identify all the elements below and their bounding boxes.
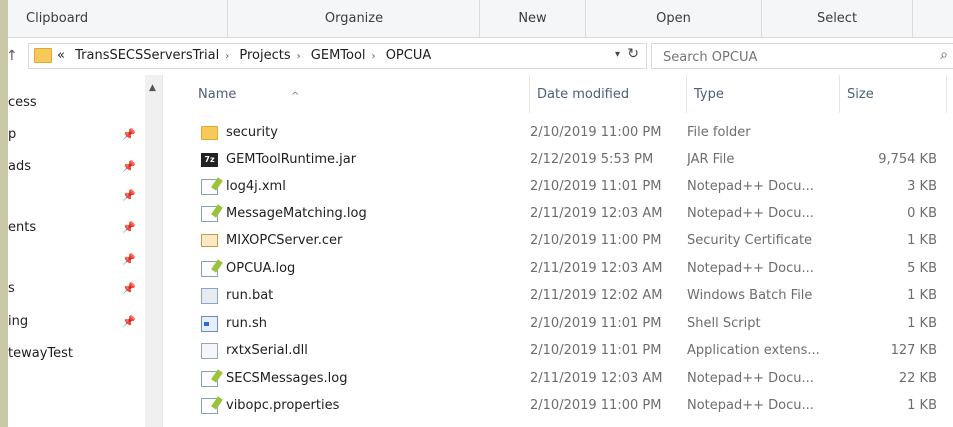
- nav-item[interactable]: ents: [8, 218, 36, 238]
- table-row[interactable]: 7z GEMToolRuntime.jar 2/12/2019 5:53 PM …: [163, 146, 953, 173]
- pin-icon[interactable]: 📌: [122, 128, 136, 141]
- sort-ascending-icon: ^: [291, 91, 300, 102]
- pin-icon[interactable]: 📌: [122, 221, 136, 234]
- ribbon-group-clipboard[interactable]: Clipboard: [8, 0, 228, 37]
- table-row[interactable]: vibopc.properties 2/10/2019 11:00 PM Not…: [163, 392, 953, 419]
- chevron-right-icon[interactable]: ›: [372, 51, 376, 62]
- navigation-pane: cess p 📌 ads 📌 📌 ents 📌 📌 s 📌 ing 📌 tewa…: [8, 75, 145, 427]
- dll-icon: [201, 343, 218, 359]
- table-row[interactable]: run.bat 2/11/2019 12:02 AM Windows Batch…: [163, 282, 953, 309]
- column-header-type[interactable]: Type: [687, 75, 840, 113]
- column-headers: Name ^ Date modified Type Size: [163, 75, 953, 113]
- nav-scrollbar[interactable]: ▲: [145, 75, 163, 427]
- table-row[interactable]: security 2/10/2019 11:00 PM File folder: [163, 119, 953, 146]
- refresh-icon[interactable]: ↻: [627, 46, 639, 62]
- ribbon-group-labels: Clipboard Organize New Open Select: [8, 0, 953, 38]
- notepad-icon: [201, 206, 218, 222]
- nav-item[interactable]: cess: [8, 93, 37, 113]
- search-input[interactable]: [661, 47, 915, 67]
- table-row[interactable]: MessageMatching.log 2/11/2019 12:03 AM N…: [163, 200, 953, 227]
- notepad-icon: [201, 261, 218, 277]
- table-row[interactable]: SECSMessages.log 2/11/2019 12:03 AM Note…: [163, 365, 953, 392]
- file-explorer-window: Clipboard Organize New Open Select ↑ « T…: [8, 0, 953, 427]
- column-header-name[interactable]: Name ^: [191, 75, 530, 113]
- certificate-icon: [201, 234, 218, 247]
- breadcrumb-item[interactable]: TransSECSServersTrial: [75, 48, 219, 63]
- address-row: ↑ « TransSECSServersTrial › Projects › GEM…: [8, 38, 953, 74]
- folder-icon: [201, 126, 218, 140]
- chevron-down-icon[interactable]: ▾: [615, 49, 620, 60]
- search-box[interactable]: ⌕: [651, 43, 953, 69]
- table-row[interactable]: run.sh 2/10/2019 11:01 PM Shell Script 1…: [163, 310, 953, 337]
- address-bar[interactable]: « TransSECSServersTrial › Projects › GEMTo…: [28, 43, 647, 69]
- nav-item[interactable]: tewayTest: [8, 344, 73, 364]
- search-icon[interactable]: ⌕: [940, 47, 948, 63]
- ribbon-group-organize[interactable]: Organize: [229, 0, 480, 37]
- pin-icon[interactable]: 📌: [122, 189, 136, 202]
- chevron-right-icon[interactable]: ›: [225, 51, 229, 62]
- pin-icon[interactable]: 📌: [122, 315, 136, 328]
- nav-item[interactable]: ads: [8, 157, 31, 177]
- notepad-icon: [201, 371, 218, 387]
- breadcrumb-item[interactable]: GEMTool: [311, 48, 366, 63]
- pin-icon[interactable]: 📌: [122, 253, 136, 266]
- column-header-size[interactable]: Size: [840, 75, 947, 113]
- breadcrumb-item[interactable]: OPCUA: [386, 48, 432, 63]
- breadcrumb: « TransSECSServersTrial › Projects › GEMTo…: [57, 44, 437, 68]
- column-header-date[interactable]: Date modified: [530, 75, 687, 113]
- file-list: Name ^ Date modified Type Size security …: [163, 75, 953, 427]
- nav-item[interactable]: p: [8, 125, 16, 145]
- batch-file-icon: [201, 288, 218, 304]
- ribbon-group-open[interactable]: Open: [586, 0, 762, 37]
- scroll-up-icon[interactable]: ▲: [149, 83, 156, 93]
- notepad-icon: [201, 398, 218, 414]
- pin-icon[interactable]: 📌: [122, 160, 136, 173]
- notepad-icon: [201, 179, 218, 195]
- up-arrow-icon[interactable]: ↑: [8, 48, 18, 64]
- table-row[interactable]: log4j.xml 2/10/2019 11:01 PM Notepad++ D…: [163, 173, 953, 200]
- table-row[interactable]: rxtxSerial.dll 2/10/2019 11:01 PM Applic…: [163, 337, 953, 364]
- jar-icon: 7z: [201, 153, 218, 167]
- nav-item[interactable]: s: [8, 279, 15, 299]
- table-row[interactable]: MIXOPCServer.cer 2/10/2019 11:00 PM Secu…: [163, 227, 953, 254]
- ribbon-group-select[interactable]: Select: [762, 0, 913, 37]
- chevron-right-icon[interactable]: ›: [297, 51, 301, 62]
- ribbon-group-new[interactable]: New: [480, 0, 586, 37]
- table-row[interactable]: OPCUA.log 2/11/2019 12:03 AM Notepad++ D…: [163, 255, 953, 282]
- breadcrumb-item[interactable]: Projects: [239, 48, 290, 63]
- nav-item[interactable]: ing: [8, 312, 28, 332]
- pin-icon[interactable]: 📌: [122, 282, 136, 295]
- breadcrumb-overflow[interactable]: «: [57, 48, 65, 63]
- folder-icon: [34, 48, 52, 63]
- shell-script-icon: [201, 316, 218, 332]
